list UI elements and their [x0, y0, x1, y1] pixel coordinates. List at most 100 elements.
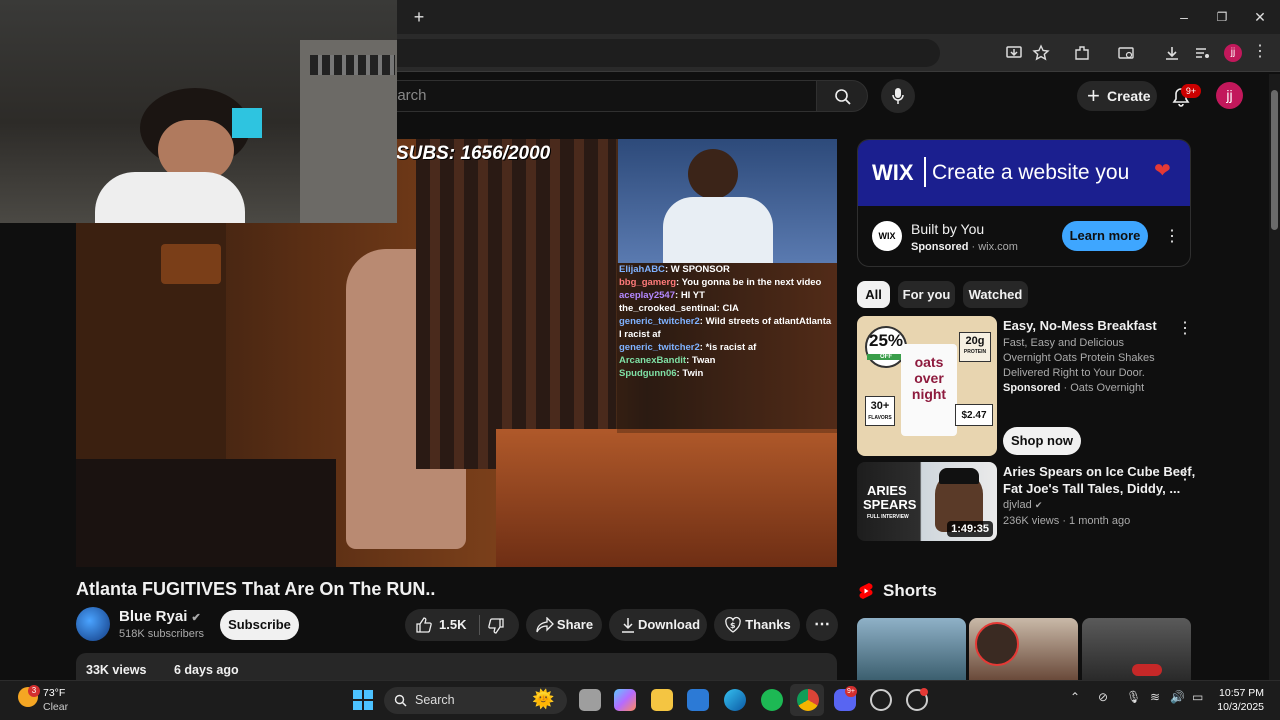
- price-badge: $2.47: [955, 404, 993, 426]
- streamer-head: [688, 149, 738, 199]
- streamer-webcam: [618, 139, 837, 263]
- create-button[interactable]: + Create: [1077, 81, 1157, 111]
- chat-message: Spudgunn06: Twin: [619, 368, 704, 379]
- short-thumbnail[interactable]: [969, 618, 1078, 680]
- rec-title[interactable]: Easy, No-Mess Breakfast: [1003, 317, 1157, 334]
- notification-count-badge: 9+: [1181, 84, 1201, 98]
- bookmark-star-icon[interactable]: [1032, 44, 1050, 62]
- browser-menu-icon[interactable]: ⋮: [1252, 42, 1268, 62]
- copilot-icon[interactable]: [614, 689, 636, 711]
- short-thumbnail[interactable]: [857, 618, 966, 680]
- chrome-icon[interactable]: [797, 689, 819, 711]
- spotify-icon[interactable]: [761, 689, 783, 711]
- task-view-icon[interactable]: [579, 689, 601, 711]
- downloads-icon[interactable]: [1163, 44, 1181, 62]
- chip-all[interactable]: All: [857, 281, 890, 308]
- search-button[interactable]: [816, 80, 868, 112]
- rec-title-line1[interactable]: Aries Spears on Ice Cube Beef,: [1003, 463, 1195, 480]
- facecam-person-face: [158, 120, 234, 180]
- chip-watched[interactable]: Watched: [963, 281, 1028, 308]
- taskbar-search[interactable]: Search 🌞: [384, 687, 567, 714]
- oats-product-box: oats over night: [901, 344, 957, 436]
- ad-sponsor-line: Sponsored · wix.com: [911, 241, 1018, 253]
- chat-message: generic_twitcher2: *is racist af: [619, 342, 757, 353]
- windows-start-icon[interactable]: [353, 690, 373, 710]
- ad-banner-brand: WIX: [872, 160, 914, 185]
- more-actions-button[interactable]: ⋯: [806, 609, 838, 641]
- weather-temp[interactable]: 73°F: [43, 687, 65, 699]
- facecam-overlay: [0, 0, 397, 223]
- minimize-button[interactable]: –: [1164, 4, 1204, 30]
- thumb-text: SPEARS: [863, 497, 917, 512]
- new-tab-button[interactable]: +: [406, 4, 432, 30]
- download-icon: [622, 618, 634, 633]
- thumbs-up-icon[interactable]: [415, 616, 433, 634]
- clock-date[interactable]: 10/3/2025: [1212, 701, 1264, 713]
- oats-ad-thumbnail[interactable]: 25% OFF oats over night 20g PROTEIN 30+ …: [857, 316, 997, 456]
- clock-time[interactable]: 10:57 PM: [1218, 687, 1264, 699]
- advertiser-logo: WIX: [872, 221, 902, 251]
- media-controls-icon[interactable]: [1193, 44, 1211, 62]
- battery-icon[interactable]: ▭: [1192, 690, 1203, 704]
- rec-title-line2[interactable]: Fat Joe's Tall Tales, Diddy, ...: [1003, 480, 1180, 497]
- chevron-up-icon[interactable]: ⌃: [1070, 690, 1080, 704]
- ad-title: Built by You: [911, 221, 985, 237]
- protein-badge: 20g PROTEIN: [959, 332, 991, 362]
- rec-channel[interactable]: djvlad ✔: [1003, 498, 1042, 513]
- thanks-heart-icon: $: [725, 616, 741, 633]
- like-count[interactable]: 1.5K: [439, 609, 466, 641]
- thanks-button[interactable]: $ Thanks: [714, 609, 800, 641]
- browser-profile-avatar[interactable]: jj: [1224, 44, 1242, 62]
- microphone-icon[interactable]: 🎙: [1126, 690, 1141, 704]
- rec-menu-icon[interactable]: ⋮: [1177, 318, 1193, 338]
- shop-now-button[interactable]: Shop now: [1003, 427, 1081, 455]
- short-thumbnail[interactable]: [1082, 618, 1191, 680]
- account-avatar[interactable]: jj: [1216, 82, 1243, 109]
- video-thumbnail[interactable]: ARIES SPEARS FULL INTERVIEW 1:49:35: [857, 462, 997, 541]
- search-input[interactable]: earch: [380, 80, 816, 112]
- volume-icon[interactable]: 🔊: [1170, 690, 1185, 704]
- sponsored-ad-card[interactable]: WIX Create a website you ❤ WIX Built by …: [857, 139, 1191, 267]
- scrollbar-thumb[interactable]: [1271, 90, 1278, 230]
- chat-message: the_crooked_sentinal: CIA: [619, 303, 739, 314]
- install-app-icon[interactable]: [1005, 44, 1023, 62]
- svg-text:$: $: [730, 621, 736, 630]
- reading-mode-icon[interactable]: [1117, 44, 1135, 62]
- page-scrollbar[interactable]: [1269, 74, 1280, 680]
- ad-menu-icon[interactable]: ⋮: [1164, 226, 1180, 246]
- rec-sponsor-line: Sponsored · Oats Overnight: [1003, 382, 1145, 394]
- microsoft-store-icon[interactable]: [687, 689, 709, 711]
- chat-message: ElijahABC: W SPONSOR: [619, 264, 730, 275]
- close-window-button[interactable]: ✕: [1240, 4, 1280, 30]
- description-box[interactable]: 33K views 6 days ago: [76, 653, 837, 683]
- steam-icon[interactable]: [870, 689, 892, 711]
- chat-message: aceplay2547: HI YT: [619, 290, 705, 301]
- chip-for-you[interactable]: For you: [898, 281, 955, 308]
- video-desk: [76, 459, 336, 567]
- network-off-icon[interactable]: ⊘: [1098, 690, 1108, 704]
- weather-condition[interactable]: Clear: [43, 701, 68, 713]
- channel-name[interactable]: Blue Ryai ✔: [119, 608, 201, 625]
- streamer-shirt: [663, 197, 773, 263]
- file-explorer-icon[interactable]: [651, 689, 673, 711]
- shorts-heading: Shorts: [883, 581, 937, 600]
- verified-check-icon: ✔: [191, 612, 201, 624]
- download-button[interactable]: Download: [609, 609, 707, 641]
- ad-banner[interactable]: WIX Create a website you ❤: [858, 140, 1190, 206]
- share-button[interactable]: Share: [526, 609, 602, 641]
- edge-icon[interactable]: [724, 689, 746, 711]
- facecam-vent: [310, 55, 395, 75]
- address-bar[interactable]: [380, 39, 940, 67]
- thumbs-down-icon[interactable]: [487, 617, 505, 635]
- channel-avatar[interactable]: [76, 607, 110, 641]
- short-face-circle: [975, 622, 1019, 666]
- extensions-icon[interactable]: [1073, 44, 1091, 62]
- voice-search-button[interactable]: [881, 79, 915, 113]
- video-title: Atlanta FUGITIVES That Are On The RUN..: [76, 579, 436, 599]
- learn-more-button[interactable]: Learn more: [1062, 221, 1148, 251]
- search-icon: [835, 89, 851, 105]
- subscribe-button[interactable]: Subscribe: [220, 610, 299, 640]
- rec-menu-icon[interactable]: ⋮: [1177, 464, 1193, 484]
- maximize-button[interactable]: ❐: [1202, 4, 1242, 30]
- wifi-icon[interactable]: ≋: [1150, 690, 1160, 704]
